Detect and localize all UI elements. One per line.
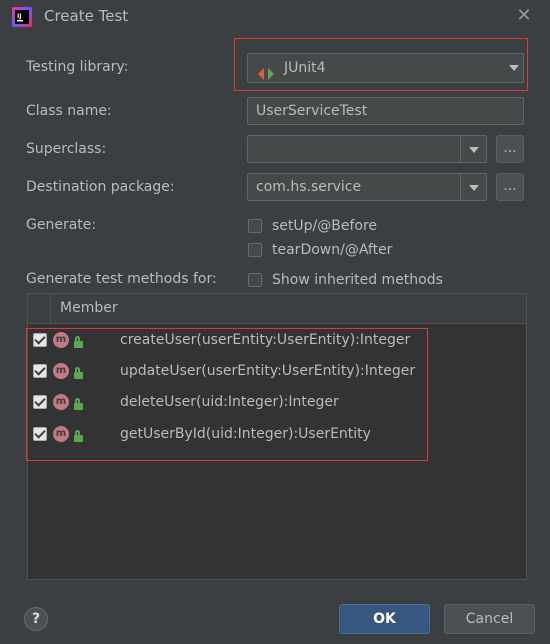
intellij-icon: IJ: [12, 7, 32, 27]
generate-methods-label: Generate test methods for:: [26, 271, 217, 287]
class-name-input[interactable]: UserServiceTest: [247, 97, 524, 125]
superclass-combobox[interactable]: [247, 135, 487, 163]
junit-icon: [258, 62, 274, 80]
testing-library-value: JUnit4: [284, 60, 326, 76]
member-checkbox[interactable]: [33, 427, 47, 441]
destination-package-value: com.hs.service: [256, 179, 362, 195]
public-lock-icon: [74, 367, 83, 379]
generate-label: Generate:: [26, 217, 97, 233]
method-signature: deleteUser(uid:Integer):Integer: [120, 394, 339, 410]
method-icon: m: [53, 426, 69, 442]
member-checkbox[interactable]: [33, 333, 47, 347]
close-icon[interactable]: ✕: [514, 6, 534, 26]
class-name-label: Class name:: [26, 103, 112, 119]
method-icon: m: [53, 363, 69, 379]
table-row[interactable]: m updateUser(userEntity:UserEntity):Integ…: [28, 361, 426, 389]
title-bar: IJ Create Test ✕: [0, 0, 550, 34]
table-row[interactable]: m deleteUser(uid:Integer):Integer: [28, 392, 426, 420]
ok-button[interactable]: OK: [339, 604, 430, 634]
help-button[interactable]: ?: [24, 607, 48, 631]
table-row[interactable]: m getUserById(uid:Integer):UserEntity: [28, 424, 426, 452]
setup-label: setUp/@Before: [272, 218, 378, 234]
dialog-title: Create Test: [44, 7, 129, 25]
superclass-label: Superclass:: [26, 141, 107, 157]
member-checkbox[interactable]: [33, 364, 47, 378]
method-icon: m: [53, 394, 69, 410]
chevron-down-icon[interactable]: [460, 136, 486, 162]
setup-checkbox[interactable]: [248, 219, 262, 233]
chevron-down-icon[interactable]: [460, 174, 486, 200]
public-lock-icon: [74, 336, 83, 348]
member-checkbox[interactable]: [33, 395, 47, 409]
destination-browse-button[interactable]: ...: [496, 173, 524, 201]
method-signature: getUserById(uid:Integer):UserEntity: [120, 426, 371, 442]
header-separator: [50, 294, 51, 324]
member-column-header[interactable]: Member: [60, 300, 118, 316]
destination-package-combobox[interactable]: com.hs.service: [247, 173, 487, 201]
superclass-browse-button[interactable]: ...: [496, 135, 524, 163]
public-lock-icon: [74, 430, 83, 442]
method-icon: m: [53, 332, 69, 348]
cancel-button[interactable]: Cancel: [444, 604, 535, 634]
teardown-checkbox[interactable]: [248, 243, 262, 257]
method-signature: createUser(userEntity:UserEntity):Intege…: [120, 332, 411, 348]
show-inherited-checkbox[interactable]: [248, 273, 262, 287]
show-inherited-label: Show inherited methods: [272, 272, 443, 288]
teardown-label: tearDown/@After: [272, 242, 393, 258]
public-lock-icon: [74, 398, 83, 410]
app-icon-text: IJ: [17, 13, 21, 20]
destination-package-label: Destination package:: [26, 179, 175, 195]
chevron-down-icon: [509, 65, 519, 71]
method-signature: updateUser(userEntity:UserEntity):Intege…: [120, 363, 416, 379]
table-row[interactable]: m createUser(userEntity:UserEntity):Integ…: [28, 330, 426, 358]
testing-library-label: Testing library:: [26, 59, 129, 75]
testing-library-combobox[interactable]: JUnit4: [247, 53, 524, 83]
